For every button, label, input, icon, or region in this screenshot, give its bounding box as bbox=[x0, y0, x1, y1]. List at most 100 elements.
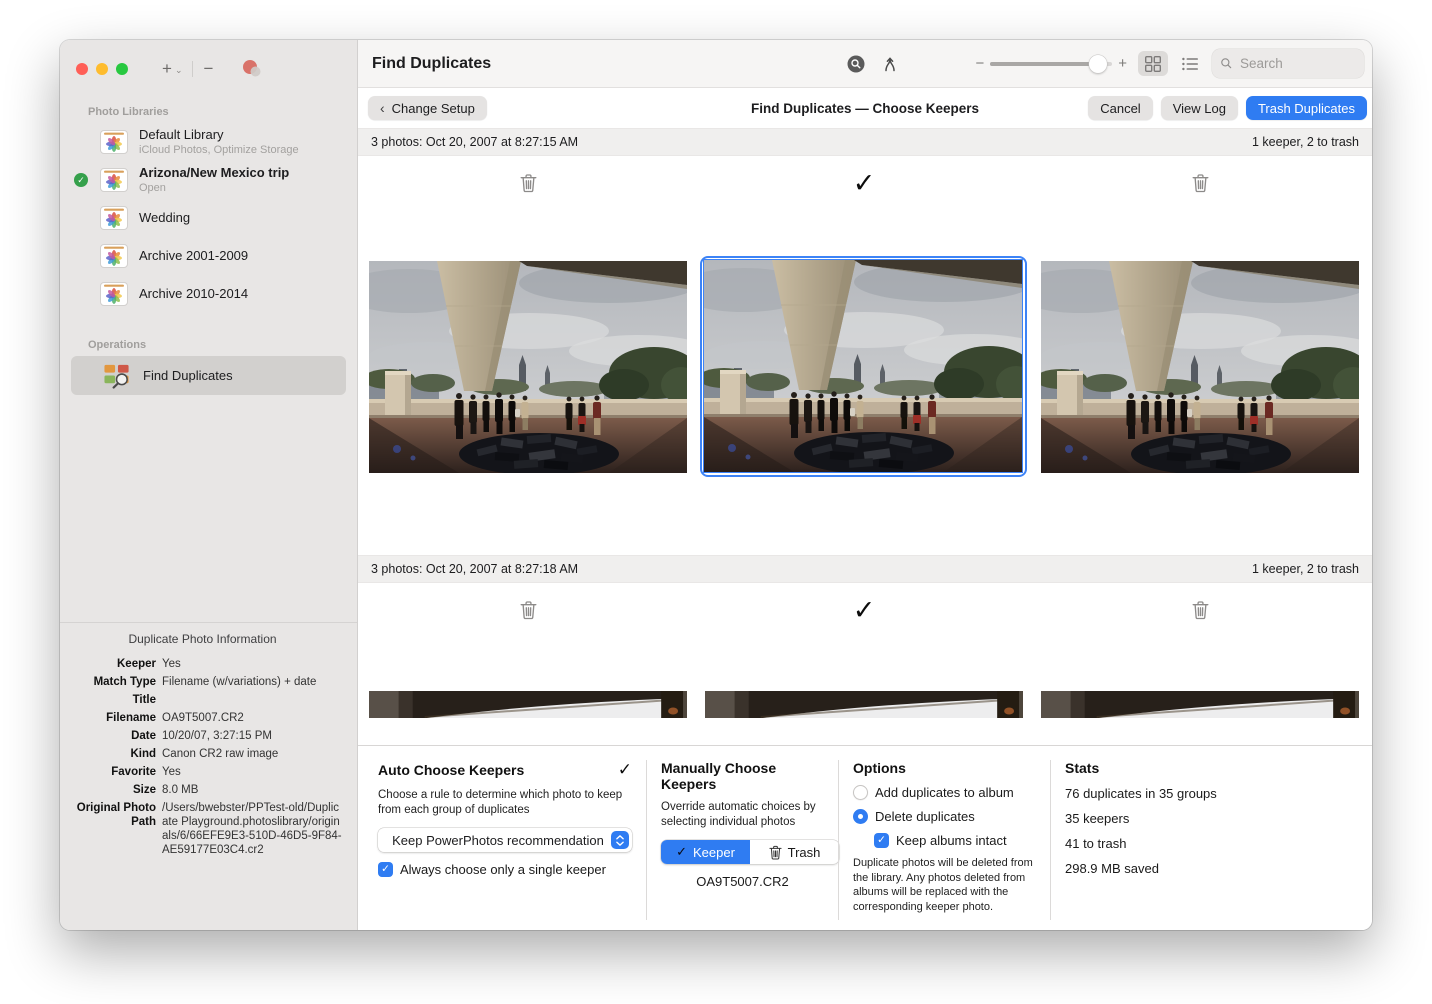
stat-saved: 298.9 MB saved bbox=[1065, 861, 1348, 876]
zoom-window-button[interactable] bbox=[116, 63, 128, 75]
sidebar-item-archive-2001-2009[interactable]: Archive 2001-2009 bbox=[100, 237, 357, 275]
minimize-window-button[interactable] bbox=[96, 63, 108, 75]
library-name: Default Library bbox=[139, 128, 299, 143]
slider-plus-icon[interactable]: + bbox=[1118, 56, 1127, 71]
add-library-chevron-icon[interactable]: ⌄ bbox=[175, 65, 183, 76]
stats-title: Stats bbox=[1065, 760, 1099, 776]
duplicate-photo-info-panel: Duplicate Photo Information Keeper Yes M… bbox=[60, 622, 357, 930]
sidebar-item-default-library[interactable]: Default Library iCloud Photos, Optimize … bbox=[100, 123, 357, 161]
find-duplicates-operation-icon bbox=[102, 362, 132, 389]
stat-keepers: 35 keepers bbox=[1065, 811, 1348, 826]
photo-thumbnail bbox=[704, 260, 1022, 472]
info-label: Kind bbox=[60, 747, 156, 761]
search-field[interactable] bbox=[1212, 49, 1364, 78]
sidebar-item-find-duplicates[interactable]: Find Duplicates bbox=[71, 356, 346, 395]
keeper-rule-value: Keep PowerPhotos recommendation bbox=[392, 833, 604, 848]
trash-mark-icon[interactable] bbox=[520, 600, 537, 620]
group-header-right: 1 keeper, 2 to trash bbox=[1252, 135, 1359, 149]
info-value: OA9T5007.CR2 bbox=[162, 711, 345, 725]
trash-mark-icon[interactable] bbox=[1192, 600, 1209, 620]
info-label: Size bbox=[60, 783, 156, 797]
toolbar-separator bbox=[192, 61, 193, 77]
manually-choose-keepers-section: Manually Choose Keepers Override automat… bbox=[646, 760, 838, 920]
selection-border bbox=[700, 256, 1027, 477]
keep-albums-intact-label: Keep albums intact bbox=[896, 833, 1007, 848]
group-header: 3 photos: Oct 20, 2007 at 8:27:18 AM 1 k… bbox=[358, 555, 1372, 583]
keeper-check-icon[interactable]: ✓ bbox=[853, 597, 876, 624]
change-setup-label: Change Setup bbox=[392, 101, 475, 116]
photos-library-icon bbox=[100, 168, 128, 192]
info-label: Match Type bbox=[60, 675, 156, 689]
photos-library-icon bbox=[100, 130, 128, 154]
delete-duplicates-radio[interactable] bbox=[853, 809, 868, 824]
slider-minus-icon[interactable]: − bbox=[975, 56, 984, 71]
info-label: Favorite bbox=[60, 765, 156, 779]
trash-segment-label: Trash bbox=[788, 845, 821, 860]
slider-fill bbox=[990, 62, 1097, 66]
cancel-button[interactable]: Cancel bbox=[1088, 96, 1152, 120]
info-panel-title: Duplicate Photo Information bbox=[60, 632, 345, 646]
add-duplicates-to-album-label: Add duplicates to album bbox=[875, 785, 1014, 800]
stats-section: Stats 76 duplicates in 35 groups 35 keep… bbox=[1050, 760, 1362, 920]
info-value: Yes bbox=[162, 657, 345, 671]
operation-name: Find Duplicates bbox=[143, 368, 233, 383]
group-header-left: 3 photos: Oct 20, 2007 at 8:27:15 AM bbox=[371, 135, 578, 149]
sidebar-item-arizona-new-mexico-trip[interactable]: ✓ Arizona/New Mexico trip Open bbox=[100, 161, 357, 199]
add-duplicates-to-album-radio[interactable] bbox=[853, 785, 868, 800]
view-log-button[interactable]: View Log bbox=[1161, 96, 1238, 120]
duplicate-photo[interactable] bbox=[705, 691, 1023, 718]
duplicate-photo[interactable] bbox=[369, 691, 687, 718]
library-subtitle: iCloud Photos, Optimize Storage bbox=[139, 144, 299, 156]
keep-albums-intact-checkbox[interactable]: ✓ bbox=[874, 833, 889, 848]
sidebar-item-archive-2010-2014[interactable]: Archive 2010-2014 bbox=[100, 275, 357, 313]
info-value: /Users/bwebster/PPTest-old/Duplicate Pla… bbox=[162, 801, 345, 857]
keeper-segment-button[interactable]: ✓ Keeper bbox=[661, 840, 750, 864]
photos-library-icon bbox=[100, 206, 128, 230]
trash-mark-icon[interactable] bbox=[520, 173, 537, 193]
page-title: Find Duplicates bbox=[372, 55, 491, 73]
remove-library-button[interactable]: − bbox=[203, 60, 213, 77]
info-value: Filename (w/variations) + date bbox=[162, 675, 345, 689]
change-setup-button[interactable]: ‹ Change Setup bbox=[368, 96, 487, 120]
find-duplicates-toolbar-icon[interactable] bbox=[846, 54, 866, 74]
search-icon bbox=[1220, 56, 1233, 71]
dropdown-stepper-icon[interactable] bbox=[611, 831, 629, 849]
sidebar-item-wedding[interactable]: Wedding bbox=[100, 199, 357, 237]
powerphotos-window: + ⌄ − Photo Libraries Default Library iC… bbox=[60, 40, 1372, 930]
duplicate-photo[interactable] bbox=[1041, 261, 1359, 473]
info-label: Title bbox=[60, 693, 156, 707]
selected-photo-filename: OA9T5007.CR2 bbox=[661, 874, 824, 889]
slider-knob[interactable] bbox=[1089, 55, 1107, 73]
thumbnail-size-slider[interactable]: − + bbox=[975, 56, 1127, 71]
keeper-check-icon[interactable]: ✓ bbox=[853, 170, 876, 197]
merge-libraries-icon[interactable] bbox=[241, 59, 263, 79]
trash-segment-button[interactable]: Trash bbox=[750, 840, 839, 864]
auto-choose-check-icon: ✓ bbox=[618, 760, 632, 780]
keeper-rule-dropdown[interactable]: Keep PowerPhotos recommendation bbox=[378, 828, 632, 852]
duplicate-photo[interactable] bbox=[1041, 691, 1359, 718]
info-value: Canon CR2 raw image bbox=[162, 747, 345, 761]
trash-mark-icon[interactable] bbox=[1192, 173, 1209, 193]
info-value: 10/20/07, 3:27:15 PM bbox=[162, 729, 345, 743]
search-input[interactable] bbox=[1238, 55, 1356, 72]
sidebar: + ⌄ − Photo Libraries Default Library iC… bbox=[60, 40, 358, 930]
single-keeper-checkbox[interactable]: ✓ bbox=[378, 862, 393, 877]
library-name: Archive 2010-2014 bbox=[139, 287, 248, 302]
list-view-button[interactable] bbox=[1175, 51, 1205, 76]
duplicate-photo[interactable] bbox=[369, 261, 687, 473]
photo-thumbnail bbox=[1041, 261, 1359, 473]
grid-view-button[interactable] bbox=[1138, 51, 1168, 76]
operations-section-label: Operations bbox=[88, 339, 357, 351]
merge-toolbar-icon[interactable] bbox=[881, 55, 899, 73]
info-label: Keeper bbox=[60, 657, 156, 671]
duplicate-photo-selected[interactable] bbox=[705, 261, 1023, 473]
keeper-check-icon: ✓ bbox=[676, 845, 687, 860]
group-photos-row-partial bbox=[358, 691, 1372, 718]
slider-track[interactable] bbox=[990, 62, 1112, 66]
add-library-button[interactable]: + bbox=[162, 60, 172, 77]
close-window-button[interactable] bbox=[76, 63, 88, 75]
grid-view-icon bbox=[1144, 55, 1162, 73]
library-name: Arizona/New Mexico trip bbox=[139, 166, 289, 181]
trash-duplicates-button[interactable]: Trash Duplicates bbox=[1246, 96, 1367, 120]
open-library-check-badge: ✓ bbox=[74, 173, 88, 187]
